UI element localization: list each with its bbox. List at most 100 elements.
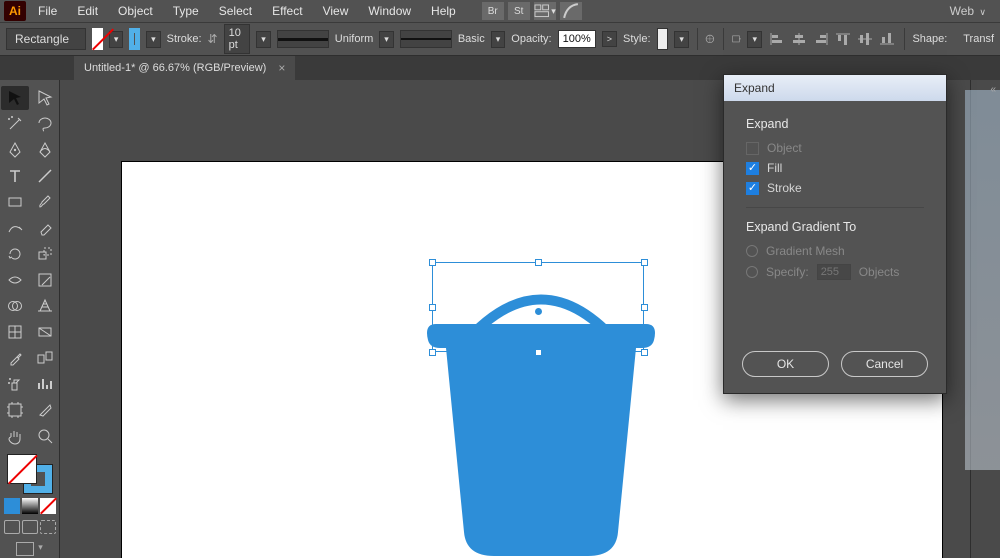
screen-mode-icon[interactable] (16, 542, 34, 556)
ok-button[interactable]: OK (742, 351, 829, 377)
perspective-grid-tool[interactable] (31, 294, 59, 318)
line-segment-tool[interactable] (31, 164, 59, 188)
draw-inside-icon[interactable] (40, 520, 56, 534)
hand-tool[interactable] (1, 424, 29, 448)
graphic-style-swatch[interactable] (657, 28, 669, 50)
draw-normal-icon[interactable] (4, 520, 20, 534)
shaper-tool[interactable] (1, 216, 29, 240)
color-mode-gradient[interactable] (22, 498, 38, 514)
fill-swatch[interactable] (92, 28, 103, 50)
menu-help[interactable]: Help (423, 2, 464, 20)
column-graph-tool[interactable] (31, 372, 59, 396)
color-mode-none[interactable] (40, 498, 56, 514)
brush-definition[interactable] (400, 30, 452, 48)
expand-stroke-row[interactable]: ✓ Stroke (746, 181, 924, 195)
shape-name[interactable]: Rectangle (6, 28, 86, 50)
free-transform-tool[interactable] (31, 268, 59, 292)
cancel-button[interactable]: Cancel (841, 351, 928, 377)
direct-selection-tool[interactable] (31, 86, 59, 110)
workspace-label: Web (950, 4, 974, 18)
menu-effect[interactable]: Effect (264, 2, 310, 20)
slice-tool[interactable] (31, 398, 59, 422)
scale-tool[interactable] (31, 242, 59, 266)
selection-tool[interactable] (1, 86, 29, 110)
menu-type[interactable]: Type (165, 2, 207, 20)
selection-center[interactable] (535, 308, 542, 315)
width-tool[interactable] (1, 268, 29, 292)
mesh-tool[interactable] (1, 320, 29, 344)
selection-handle-se[interactable] (641, 349, 648, 356)
menu-edit[interactable]: Edit (69, 2, 106, 20)
workspace-switcher[interactable]: Web ∨ (940, 4, 996, 18)
eraser-tool[interactable] (31, 216, 59, 240)
brush-drop[interactable]: ▾ (491, 31, 506, 48)
selection-handle-sw[interactable] (429, 349, 436, 356)
selection-handle-n[interactable] (535, 259, 542, 266)
close-tab-icon[interactable]: × (278, 61, 285, 75)
dialog-titlebar[interactable]: Expand (724, 75, 946, 101)
align-right-icon[interactable] (812, 31, 830, 47)
lasso-tool[interactable] (31, 112, 59, 136)
symbol-sprayer-tool[interactable] (1, 372, 29, 396)
zoom-tool[interactable] (31, 424, 59, 448)
eyedropper-tool[interactable] (1, 346, 29, 370)
selection-handle-s[interactable] (535, 349, 542, 356)
variable-drop[interactable]: ▾ (379, 31, 394, 48)
menu-object[interactable]: Object (110, 2, 161, 20)
stroke-weight-drop[interactable]: ▾ (256, 31, 271, 48)
expand-panels-icon[interactable]: « (990, 84, 996, 95)
rectangle-tool[interactable] (1, 190, 29, 214)
selection-handle-ne[interactable] (641, 259, 648, 266)
transform-section-label: Transf (963, 33, 994, 45)
shape-builder-tool[interactable] (1, 294, 29, 318)
link-icon[interactable]: ⇵ (208, 29, 218, 49)
pen-tool[interactable] (1, 138, 29, 162)
menu-select[interactable]: Select (211, 2, 260, 20)
fill-stroke-indicator[interactable] (7, 454, 53, 494)
stroke-dropdown[interactable]: ▾ (146, 31, 161, 48)
right-panel-strip[interactable]: « (970, 80, 1000, 558)
gpu-icon[interactable] (560, 2, 582, 20)
align-left-icon[interactable] (768, 31, 786, 47)
align-vcenter-icon[interactable] (856, 31, 874, 47)
align-to-icon[interactable] (732, 29, 742, 49)
blend-tool[interactable] (31, 346, 59, 370)
align-top-icon[interactable] (834, 31, 852, 47)
menu-view[interactable]: View (315, 2, 357, 20)
align-bottom-icon[interactable] (878, 31, 896, 47)
expand-stroke-checkbox[interactable]: ✓ (746, 182, 759, 195)
draw-behind-icon[interactable] (22, 520, 38, 534)
fill-dropdown[interactable]: ▾ (109, 31, 124, 48)
document-tab[interactable]: Untitled-1* @ 66.67% (RGB/Preview) × (74, 56, 295, 80)
arrange-docs-icon[interactable]: ▾ (534, 2, 556, 20)
stroke-weight-input[interactable]: 10 pt (224, 24, 251, 54)
stroke-swatch[interactable] (129, 28, 140, 50)
recolor-icon[interactable] (705, 29, 715, 49)
gradient-tool[interactable] (31, 320, 59, 344)
stock-icon[interactable]: St (508, 2, 530, 20)
menu-file[interactable]: File (30, 2, 65, 20)
style-drop[interactable]: ▾ (674, 31, 689, 48)
selection-handle-nw[interactable] (429, 259, 436, 266)
align-hcenter-icon[interactable] (790, 31, 808, 47)
paintbrush-tool[interactable] (31, 190, 59, 214)
bridge-icon[interactable]: Br (482, 2, 504, 20)
expand-fill-checkbox[interactable]: ✓ (746, 162, 759, 175)
collapsed-panels[interactable] (965, 90, 1000, 470)
opacity-input[interactable]: 100% (558, 30, 596, 48)
gradient-mesh-label: Gradient Mesh (766, 244, 845, 258)
color-mode-solid[interactable] (4, 498, 20, 514)
artboard-tool[interactable] (1, 398, 29, 422)
align-to-drop[interactable]: ▾ (747, 31, 762, 48)
opacity-drop[interactable]: > (602, 31, 617, 47)
curvature-tool[interactable] (31, 138, 59, 162)
selection-handle-e[interactable] (641, 304, 648, 311)
magic-wand-tool[interactable] (1, 112, 29, 136)
menu-window[interactable]: Window (360, 2, 419, 20)
type-tool[interactable] (1, 164, 29, 188)
rotate-tool[interactable] (1, 242, 29, 266)
selection-handle-w[interactable] (429, 304, 436, 311)
expand-fill-row[interactable]: ✓ Fill (746, 161, 924, 175)
default-fill[interactable] (7, 454, 37, 484)
variable-width-profile[interactable] (277, 30, 329, 48)
